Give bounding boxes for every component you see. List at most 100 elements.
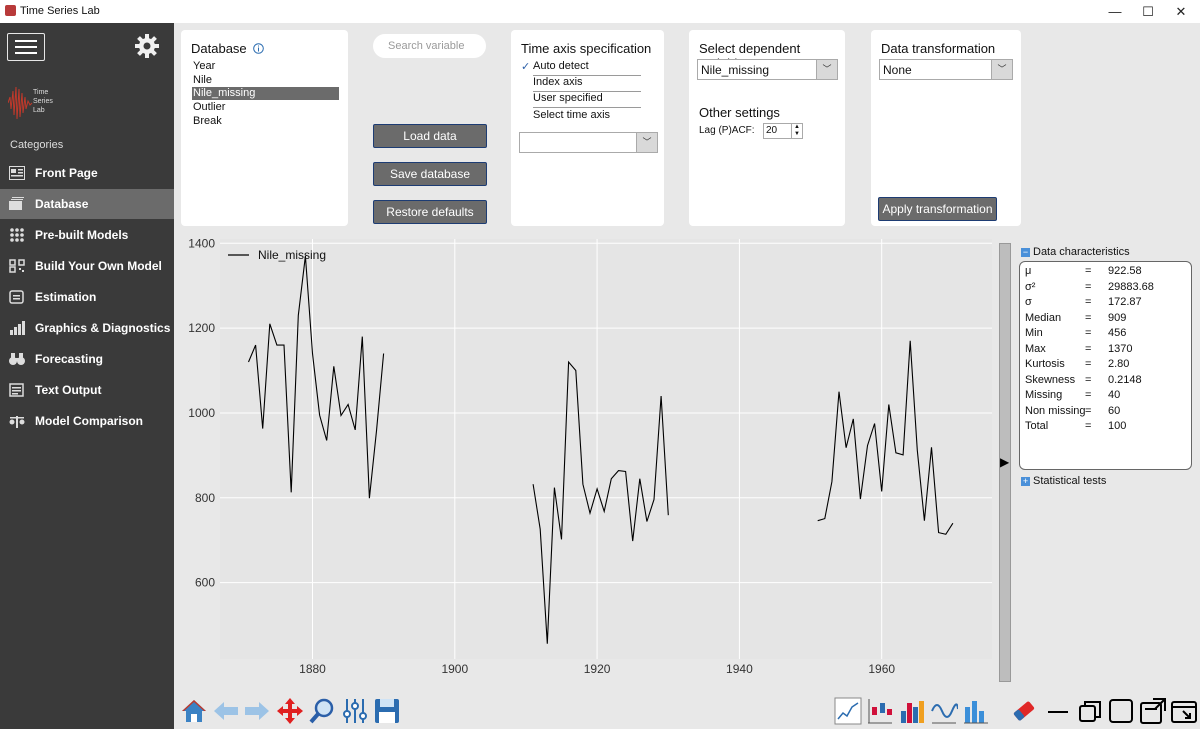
nav-item-estimation[interactable]: Estimation [0, 282, 174, 312]
expand-icon[interactable]: + [1021, 476, 1030, 486]
time-series-lab-logo [8, 86, 33, 120]
database-icon [9, 197, 24, 210]
x-tick-label: 1940 [726, 662, 753, 676]
categories-label: Categories [10, 139, 64, 151]
nav-item-pre-built-models[interactable]: Pre-built Models [0, 220, 174, 250]
list-item[interactable]: Nile [192, 74, 339, 87]
maximize-panel-icon[interactable] [1107, 697, 1135, 725]
text-output-icon [9, 383, 24, 397]
adjust-icon[interactable] [341, 697, 369, 725]
histogram-icon[interactable] [898, 697, 926, 725]
database-panel: Database Year Nile Nile_missing Outlier … [181, 30, 348, 226]
window-title: Time Series Lab [20, 5, 100, 17]
title-bar: Time Series Lab — ☐ ✕ [0, 0, 1200, 23]
list-item[interactable]: Outlier [192, 101, 339, 114]
info-icon[interactable] [253, 43, 265, 54]
chevron-down-icon: ﹀ [991, 60, 1012, 79]
minimize-button[interactable]: — [1097, 0, 1133, 23]
time-axis-option-select-time-axis[interactable]: Select time axis [533, 109, 641, 124]
settings-gear-icon[interactable] [134, 33, 160, 59]
x-tick-label: 1900 [441, 662, 468, 676]
search-input[interactable]: Search variable [373, 34, 486, 58]
time-axis-option-auto-detect[interactable]: Auto detect [533, 60, 641, 76]
stat-label: Min [1025, 327, 1043, 339]
stat-label: Non missing [1025, 404, 1086, 417]
stat-value: 2.80 [1108, 358, 1130, 370]
collapse-icon[interactable]: − [1021, 247, 1030, 257]
data-characteristics-box: μ = 922.58 σ² = 29883.68 σ = 172.87 Median = 909 Min… [1019, 261, 1192, 470]
x-tick-label: 1960 [868, 662, 895, 676]
stat-equals: = [1085, 327, 1092, 339]
stat-value: 1370 [1108, 342, 1133, 355]
export-icon[interactable] [1139, 697, 1167, 725]
bar-chart-icon [10, 321, 25, 335]
transformation-select[interactable]: None ﹀ [879, 59, 1013, 80]
expand-arrow-icon[interactable]: ▶ [1000, 455, 1009, 469]
pan-icon[interactable] [276, 697, 304, 725]
dependent-variable-select[interactable]: Nile_missing ﹀ [697, 59, 838, 80]
hamburger-menu-button[interactable] [7, 33, 45, 61]
restore-defaults-button[interactable]: Restore defaults [373, 200, 487, 224]
save-icon[interactable] [373, 697, 401, 725]
list-item-selected[interactable]: Nile_missing [192, 87, 339, 100]
close-button[interactable]: ✕ [1163, 0, 1199, 23]
statistical-tests-header[interactable]: + Statistical tests [1021, 475, 1106, 487]
minimize-panel-icon[interactable] [1044, 697, 1072, 725]
fullscreen-icon[interactable] [1170, 697, 1198, 725]
nav-item-graphics-diagnostics[interactable]: Graphics & Diagnostics [0, 313, 174, 343]
maximize-button[interactable]: ☐ [1130, 0, 1166, 23]
time-series-chart[interactable]: 1880 1900 1920 1940 1960 600 800 1000 1200 1400 Ni… [180, 239, 995, 679]
stat-label: μ [1025, 265, 1032, 277]
apply-transformation-button[interactable]: Apply transformation [878, 197, 997, 221]
load-data-button[interactable]: Load data [373, 124, 487, 148]
nav-item-database[interactable]: Database [0, 189, 174, 219]
nav-label: Estimation [35, 290, 97, 304]
x-tick-label: 1920 [584, 662, 611, 676]
chevron-down-icon: ﹀ [816, 60, 837, 79]
back-arrow-icon[interactable] [212, 697, 240, 725]
stat-label: Skewness [1025, 373, 1076, 386]
zoom-icon[interactable] [308, 697, 336, 725]
data-characteristics-header[interactable]: − Data characteristics [1021, 246, 1130, 258]
lag-spinbox[interactable]: 20 ▲ ▼ [763, 123, 803, 139]
list-item[interactable]: Break [192, 115, 339, 128]
home-icon[interactable] [180, 697, 208, 725]
nav-item-model-comparison[interactable]: Model Comparison [0, 406, 174, 436]
front-page-icon [9, 166, 25, 180]
stat-value: 456 [1108, 327, 1127, 339]
nav-label: Forecasting [35, 352, 104, 366]
stat-equals: = [1085, 265, 1092, 277]
time-axis-option-user-specified[interactable]: User specified [533, 92, 641, 108]
time-axis-option-index-axis[interactable]: Index axis [533, 76, 641, 92]
nav-label: Database [35, 197, 89, 211]
stat-equals: = [1085, 342, 1092, 355]
stat-equals: = [1085, 373, 1092, 386]
stat-label: Max [1025, 342, 1046, 355]
stat-value: 172.87 [1108, 296, 1142, 308]
stat-equals: = [1085, 296, 1092, 308]
list-item[interactable]: Year [192, 60, 339, 73]
qr-icon [9, 259, 25, 273]
save-database-button[interactable]: Save database [373, 162, 487, 186]
time-axis-select[interactable]: ﹀ [519, 132, 658, 153]
restore-panel-icon[interactable] [1076, 697, 1104, 725]
stat-label: Total [1025, 420, 1049, 432]
line-plot-icon[interactable] [834, 697, 862, 725]
nav-item-front-page[interactable]: Front Page [0, 158, 174, 188]
nav-label: Model Comparison [35, 414, 144, 428]
wave-icon[interactable] [930, 697, 958, 725]
stat-label: σ [1025, 296, 1032, 308]
compare-icon [9, 416, 25, 428]
logo-text: Time Series Lab [33, 89, 53, 114]
bar-icon[interactable] [962, 697, 990, 725]
nav-item-build-your-own-model[interactable]: Build Your Own Model [0, 251, 174, 281]
database-title: Database [191, 41, 265, 56]
eraser-icon[interactable] [1010, 697, 1038, 725]
spin-arrows-icon[interactable]: ▲ ▼ [791, 124, 802, 138]
nav-label: Text Output [35, 383, 102, 397]
nav-item-forecasting[interactable]: Forecasting [0, 344, 174, 374]
chevron-down-icon: ﹀ [636, 133, 657, 152]
forward-arrow-icon[interactable] [243, 697, 271, 725]
nav-item-text-output[interactable]: Text Output [0, 375, 174, 405]
candle-icon[interactable] [866, 697, 894, 725]
